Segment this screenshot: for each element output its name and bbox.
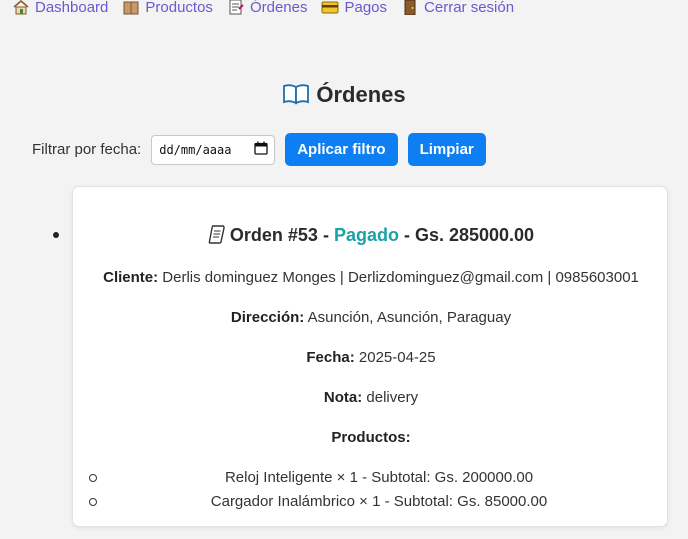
order-header: Orden #53 - Pagado - Gs. 285000.00 (73, 224, 669, 246)
products-list: Reloj Inteligente × 1 - Subtotal: Gs. 20… (89, 468, 669, 516)
circle-bullet (89, 474, 97, 482)
order-card: Orden #53 - Pagado - Gs. 285000.00 Clien… (72, 186, 668, 527)
product-line: Reloj Inteligente × 1 - Subtotal: Gs. 20… (224, 469, 534, 486)
nav-dashboard[interactable]: Dashboard (12, 0, 108, 16)
note-row: Nota: delivery (73, 389, 669, 406)
products-label: Productos: (331, 429, 411, 446)
filter-bar: Filtrar por fecha: dd/mm/aaaa Aplicar fi… (32, 133, 496, 166)
door-icon (401, 0, 419, 16)
open-book-icon (282, 83, 310, 105)
address-row: Dirección: Asunción, Asunción, Paraguay (73, 309, 669, 326)
page-title: Órdenes (0, 82, 688, 108)
date-value: 2025-04-25 (354, 349, 436, 366)
date-placeholder: dd/mm/aaaa (159, 142, 232, 157)
products-heading: Productos: (73, 429, 669, 446)
client-row: Cliente: Derlis dominguez Monges | Derli… (73, 269, 669, 286)
client-value: Derlis dominguez Monges | Derlizdomingue… (158, 269, 639, 286)
list-item: Reloj Inteligente × 1 - Subtotal: Gs. 20… (89, 468, 669, 492)
list-item: Cargador Inalámbrico × 1 - Subtotal: Gs.… (89, 492, 669, 516)
nav-pagos-label: Pagos (344, 0, 388, 16)
date-row: Fecha: 2025-04-25 (73, 349, 669, 366)
memo-icon (227, 0, 245, 15)
order-number: Orden #53 - (229, 225, 334, 245)
product-line: Cargador Inalámbrico × 1 - Subtotal: Gs.… (210, 493, 548, 510)
calendar-icon[interactable] (254, 141, 268, 158)
note-value: delivery (362, 389, 419, 406)
date-filter-input[interactable]: dd/mm/aaaa (151, 134, 276, 165)
nav-productos-label: Productos (145, 0, 213, 16)
nav-cerrar-sesion-label: Cerrar sesión (424, 0, 515, 16)
nav-ordenes[interactable]: Órdenes (227, 0, 308, 16)
top-nav: Dashboard Productos Órdenes Pagos Cerrar… (12, 0, 528, 18)
box-icon (122, 0, 140, 15)
list-bullet (53, 232, 59, 238)
filter-label: Filtrar por fecha: (32, 141, 142, 158)
nav-productos[interactable]: Productos (122, 0, 213, 16)
scroll-icon (208, 224, 226, 244)
clear-filter-button[interactable]: Limpiar (407, 133, 486, 166)
note-label: Nota: (323, 389, 363, 406)
order-status: Pagado (333, 225, 399, 245)
address-value: Asunción, Asunción, Paraguay (304, 309, 512, 326)
date-label: Fecha: (306, 349, 355, 366)
apply-filter-button[interactable]: Aplicar filtro (285, 133, 398, 166)
circle-bullet (89, 498, 97, 506)
page-title-text: Órdenes (316, 82, 406, 107)
credit-card-icon (321, 0, 339, 15)
address-label: Dirección: (230, 309, 305, 326)
client-label: Cliente: (103, 269, 159, 286)
nav-dashboard-label: Dashboard (35, 0, 109, 16)
nav-cerrar-sesion[interactable]: Cerrar sesión (401, 0, 514, 16)
nav-ordenes-label: Órdenes (249, 0, 308, 16)
nav-pagos[interactable]: Pagos (321, 0, 387, 16)
order-total: - Gs. 285000.00 (398, 225, 535, 245)
house-icon (12, 0, 30, 15)
